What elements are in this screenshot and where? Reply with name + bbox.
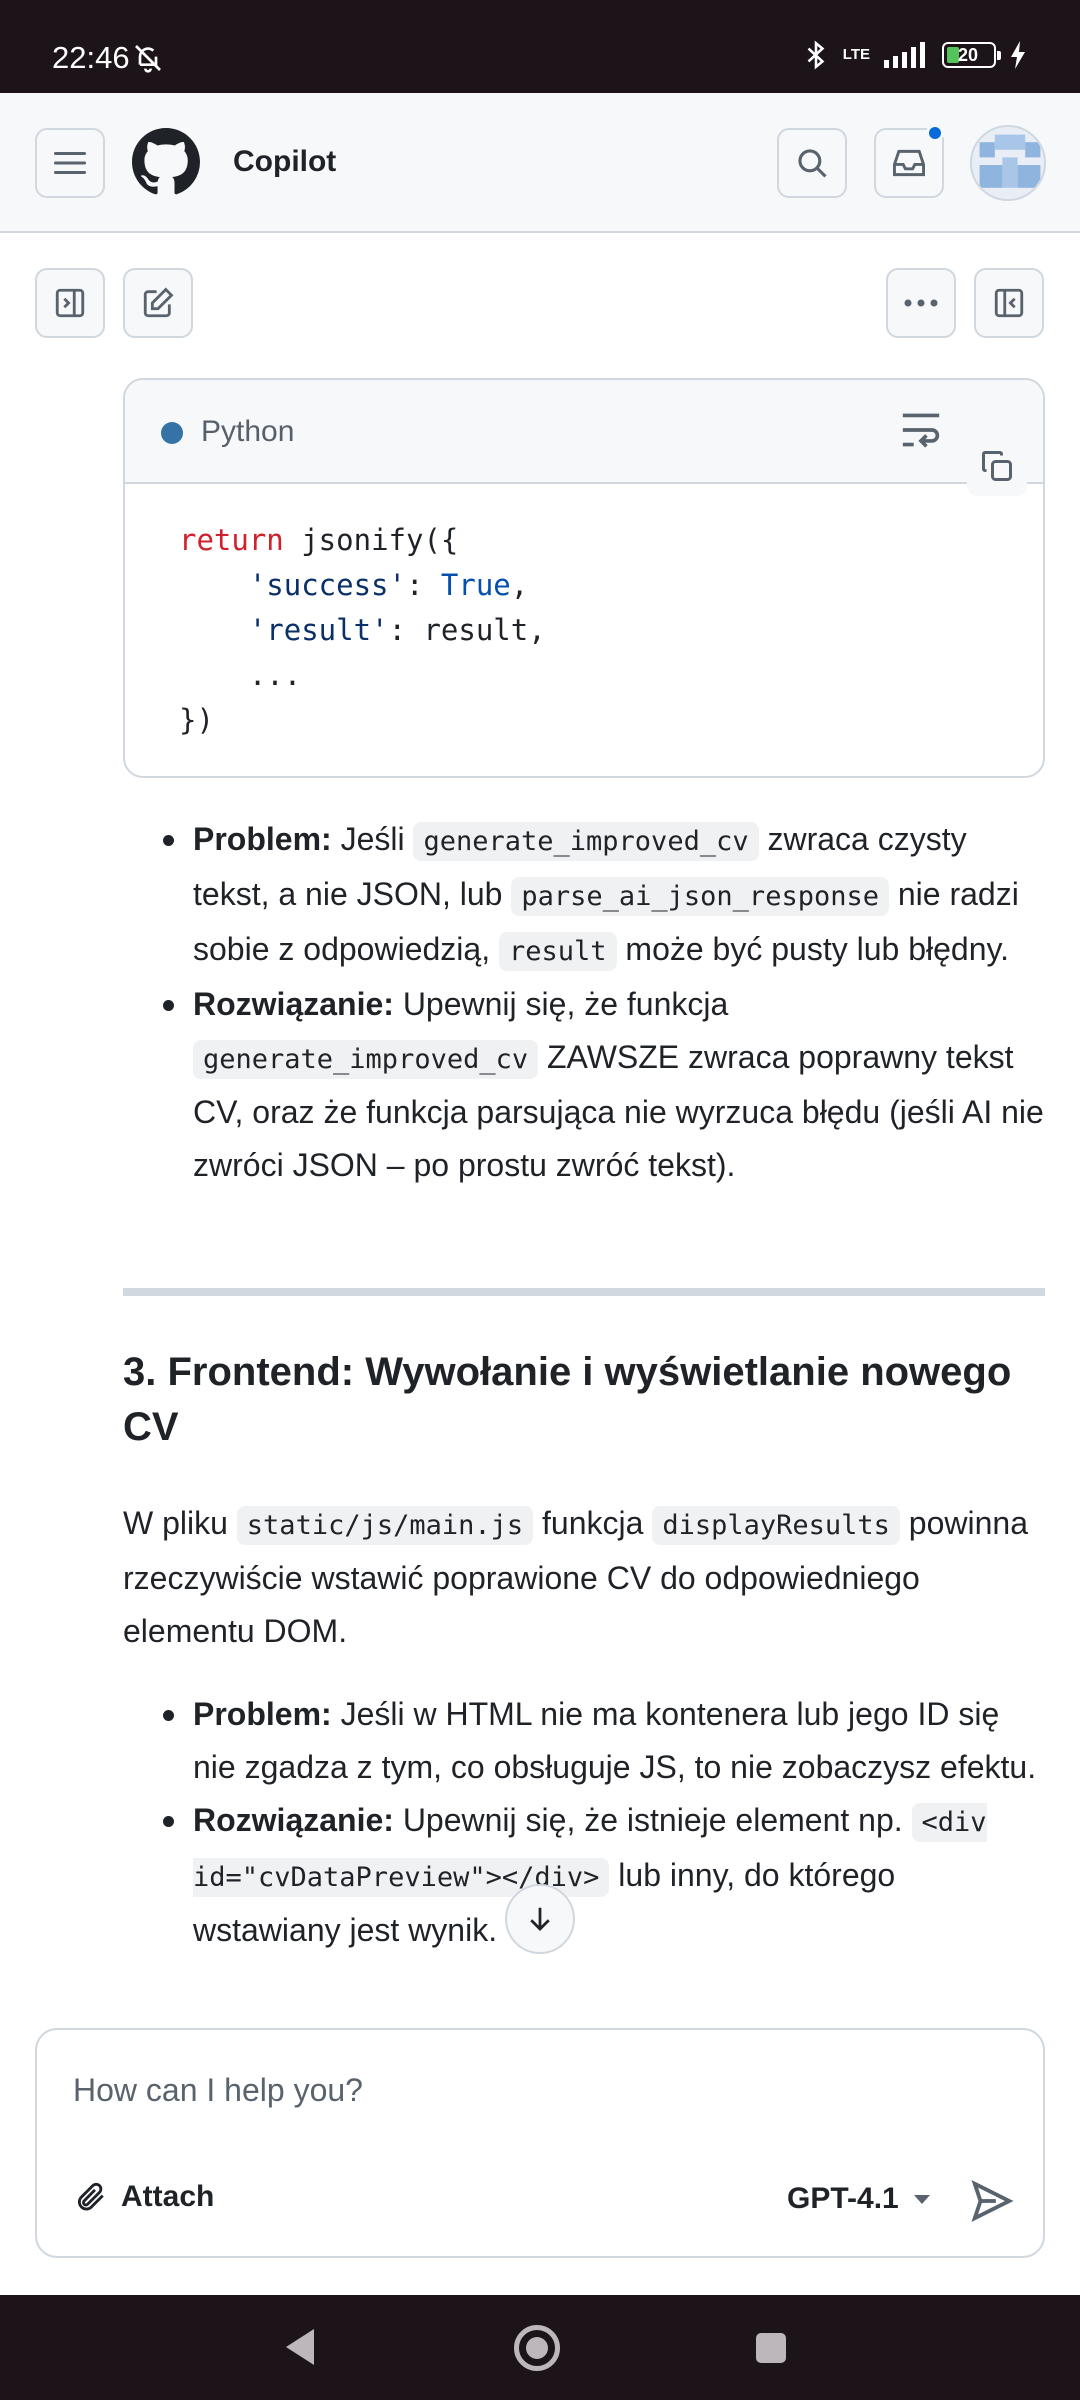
battery-level: 20	[958, 44, 979, 65]
notification-dot	[926, 124, 944, 142]
bullet-label: Rozwiązanie:	[193, 986, 394, 1022]
bullet-text: Upewnij się, że istnieje element np.	[393, 1802, 912, 1838]
hamburger-icon	[54, 152, 86, 174]
paperclip-icon	[77, 2182, 104, 2211]
system-nav-bar	[0, 2295, 1080, 2400]
language-dot	[161, 422, 183, 444]
status-time: 22:46	[52, 40, 130, 75]
code-text: ,	[510, 568, 529, 602]
arrow-down-icon	[530, 1907, 550, 1931]
panel-collapse-icon	[994, 288, 1024, 318]
new-chat-button[interactable]	[123, 268, 193, 338]
bullet-text: Jeśli	[331, 821, 414, 857]
signal-icon	[884, 42, 925, 68]
search-icon	[798, 149, 827, 178]
scroll-to-bottom-button[interactable]	[505, 1884, 575, 1954]
sidebar-expand-icon	[55, 288, 85, 318]
code-string: 'result'	[248, 613, 389, 647]
attach-label: Attach	[121, 2180, 215, 2213]
attach-button[interactable]: Attach	[73, 2180, 214, 2214]
pencil-square-icon	[143, 287, 174, 318]
bullet-label: Problem:	[193, 1696, 332, 1732]
search-button[interactable]	[777, 128, 847, 198]
code-content: return jsonify({ 'success': True, 'resul…	[179, 518, 546, 743]
inbox-icon	[893, 149, 925, 177]
app-header: Copilot	[0, 93, 1080, 233]
code-block-header: Python	[125, 380, 1043, 496]
code-keyword: return	[179, 523, 284, 557]
bullet-label: Problem:	[193, 821, 332, 857]
code-text: :	[405, 568, 441, 602]
bluetooth-icon	[807, 40, 825, 70]
status-icons: LTE 20	[803, 40, 1026, 70]
chat-input-placeholder[interactable]: How can I help you?	[73, 2072, 363, 2109]
bullet-text: może być pusty lub błędny.	[616, 931, 1010, 967]
code-text: : result,	[388, 613, 546, 647]
send-icon[interactable]	[969, 2178, 1015, 2224]
kebab-horizontal-icon	[904, 299, 938, 307]
copy-code-button[interactable]	[967, 436, 1027, 496]
model-selector[interactable]: GPT-4.1	[787, 2182, 931, 2216]
inline-code: generate_improved_cv	[193, 1040, 539, 1079]
inline-code: result	[498, 932, 617, 971]
paragraph-text: W pliku	[123, 1505, 237, 1541]
code-string: 'success'	[248, 568, 406, 602]
nav-home-button[interactable]	[514, 2325, 560, 2371]
divider	[123, 1288, 1045, 1296]
inline-code: displayResults	[652, 1506, 900, 1545]
list-item: Problem: Jeśli generate_improved_cv zwra…	[123, 813, 1045, 978]
code-constant: True	[440, 568, 511, 602]
list-item: Rozwiązanie: Upewnij się, że funkcja gen…	[123, 978, 1045, 1192]
nav-recents-button[interactable]	[756, 2333, 786, 2363]
section-heading: 3. Frontend: Wywołanie i wyświetlanie no…	[123, 1350, 1012, 1449]
paragraph-text: funkcja	[533, 1505, 653, 1541]
model-name: GPT-4.1	[787, 2182, 899, 2215]
inline-code: static/js/main.js	[236, 1506, 534, 1545]
section-paragraph: W pliku static/js/main.js funkcja displa…	[123, 1497, 1045, 1658]
avatar[interactable]	[970, 125, 1046, 201]
triangle-down-icon	[913, 2195, 930, 2204]
copy-icon	[982, 451, 1012, 481]
chat-input-box[interactable]: How can I help you? Attach GPT-4.1	[35, 2028, 1045, 2258]
status-bar: 22:46 LTE 20	[0, 0, 1080, 93]
network-type: LTE	[842, 46, 870, 63]
bullet-text: Upewnij się, że funkcja	[393, 986, 729, 1022]
code-block: Python return jsonify({ 'success': True,…	[123, 378, 1045, 778]
list-item: Problem: Jeśli w HTML nie ma kontenera l…	[123, 1688, 1045, 1794]
bullet-label: Rozwiązanie:	[193, 1802, 394, 1838]
toggle-sidebar-button[interactable]	[35, 268, 105, 338]
word-wrap-icon[interactable]	[899, 410, 943, 450]
code-text: ...	[179, 658, 302, 692]
nav-back-icon[interactable]	[282, 2327, 318, 2367]
inline-code: generate_improved_cv	[413, 822, 759, 861]
more-options-button[interactable]	[886, 268, 956, 338]
bell-off-icon	[135, 45, 161, 73]
home-icon	[526, 2337, 548, 2359]
toggle-panel-button[interactable]	[974, 268, 1044, 338]
page-title: Copilot	[233, 145, 337, 178]
menu-button[interactable]	[35, 128, 105, 198]
battery-icon: 20	[942, 42, 1001, 68]
code-text: })	[179, 703, 214, 737]
answer-bullets-1: Problem: Jeśli generate_improved_cv zwra…	[123, 813, 1045, 1192]
inline-code: parse_ai_json_response	[511, 877, 889, 916]
list-item: Rozwiązanie: Upewnij się, że istnieje el…	[123, 1794, 1045, 1957]
identicon-icon	[972, 127, 1044, 199]
answer-bullets-2: Problem: Jeśli w HTML nie ma kontenera l…	[123, 1688, 1045, 1957]
github-logo-icon[interactable]	[132, 128, 200, 196]
charging-icon	[1011, 41, 1025, 69]
code-text: jsonify({	[283, 523, 459, 557]
code-language: Python	[201, 415, 295, 448]
